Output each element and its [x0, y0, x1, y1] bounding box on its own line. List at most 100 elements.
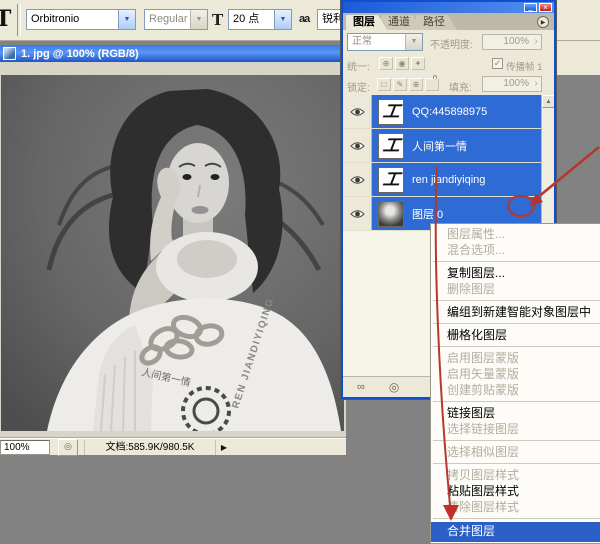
- menu-item[interactable]: 混合选项...: [431, 242, 600, 258]
- menu-item-label: 链接图层: [447, 406, 495, 420]
- document-title: 1. jpg @ 100% (RGB/8): [21, 48, 139, 60]
- opacity-field[interactable]: 100% ›: [482, 34, 542, 50]
- lock-move-icon[interactable]: ⊕: [409, 78, 423, 91]
- eye-icon: [350, 209, 365, 219]
- palette-tab[interactable]: 图层: [346, 15, 387, 30]
- menu-item[interactable]: 清除图层样式: [431, 499, 600, 515]
- text-layer-glyph: 工: [381, 100, 401, 124]
- palette-tab[interactable]: 路径: [416, 15, 457, 30]
- lock-all-icon[interactable]: [425, 78, 439, 91]
- palette-tab[interactable]: 通道: [381, 15, 422, 30]
- menu-item[interactable]: 选择相似图层: [431, 444, 600, 460]
- menu-item-label: 粘贴图层样式: [447, 484, 519, 498]
- menu-item-label: 启用图层蒙版: [447, 351, 519, 365]
- fill-label: 填充:: [449, 79, 472, 94]
- layer-controls: 正常 ▼ 不透明度: 100% › 统一: ⊕ ◉ ✦ ✓ 传播帧 1 锁定: …: [343, 30, 554, 96]
- fill-slider-icon[interactable]: ›: [531, 77, 541, 91]
- status-options-arrow-icon[interactable]: ▶: [216, 443, 232, 452]
- palette-menu-icon[interactable]: ▶: [537, 16, 549, 28]
- chevron-down-icon[interactable]: ▼: [118, 10, 135, 29]
- layer-thumbnail[interactable]: 工: [378, 167, 404, 193]
- layer-row[interactable]: 工 QQ:445898975: [343, 95, 554, 129]
- menu-item[interactable]: 链接图层: [431, 405, 600, 421]
- menu-item-label: 合并图层: [447, 524, 495, 538]
- fill-field[interactable]: 100% ›: [482, 76, 542, 92]
- document-window: 1. jpg @ 100% (RGB/8): [0, 45, 346, 455]
- menu-item[interactable]: 复制图层...: [431, 265, 600, 281]
- font-family-select[interactable]: Orbitronio ▼: [26, 9, 136, 30]
- font-style-select[interactable]: Regular ▼: [144, 9, 208, 30]
- photo-image: 人间第一情 REN JIANDIYIQING: [1, 75, 344, 431]
- layer-row[interactable]: 工 人间第一情: [343, 129, 554, 163]
- menu-item[interactable]: 栅格化图层: [431, 327, 600, 343]
- layer-name: QQ:445898975: [412, 106, 487, 118]
- font-size-select[interactable]: 20 点 ▼: [228, 9, 292, 30]
- chevron-down-icon[interactable]: ▼: [190, 10, 207, 29]
- document-title-bar[interactable]: 1. jpg @ 100% (RGB/8): [0, 45, 346, 62]
- visibility-toggle[interactable]: [343, 129, 372, 162]
- menu-item[interactable]: 拷贝图层样式: [431, 467, 600, 483]
- menu-item: [433, 463, 600, 464]
- type-tool-icon: T: [0, 6, 11, 32]
- lock-transparency-icon[interactable]: □: [377, 78, 391, 91]
- menu-item[interactable]: 粘贴图层样式: [431, 483, 600, 499]
- layer-row-body[interactable]: 工 QQ:445898975: [372, 95, 541, 128]
- layer-style-icon[interactable]: ◎: [389, 380, 399, 394]
- menu-item[interactable]: 图层属性...: [431, 226, 600, 242]
- menu-item[interactable]: 编组到新建智能对象图层中: [431, 304, 600, 320]
- chevron-down-icon[interactable]: ▼: [405, 34, 422, 50]
- opacity-slider-icon[interactable]: ›: [531, 35, 541, 49]
- menu-item-label: 编组到新建智能对象图层中: [447, 305, 591, 319]
- layer-row-body[interactable]: 工 ren jiandiyiqing: [372, 163, 541, 196]
- layer-name: ren jiandiyiqing: [412, 174, 485, 186]
- lock-paint-icon[interactable]: ✎: [393, 78, 407, 91]
- propagate-frame-checkbox[interactable]: ✓: [492, 58, 503, 69]
- link-layers-icon[interactable]: ∞: [357, 381, 365, 393]
- menu-item[interactable]: 创建剪贴蒙版: [431, 382, 600, 398]
- visibility-toggle[interactable]: [343, 95, 372, 128]
- unify-label: 统一:: [347, 58, 370, 73]
- menu-item[interactable]: 选择链接图层: [431, 421, 600, 437]
- document-icon: [3, 47, 16, 60]
- zoom-level-field[interactable]: 100%: [0, 440, 50, 455]
- font-family-value: Orbitronio: [27, 10, 118, 29]
- unify-position-icon[interactable]: ⊕: [379, 57, 393, 70]
- visibility-toggle[interactable]: [343, 163, 372, 196]
- unify-style-icon[interactable]: ✦: [411, 57, 425, 70]
- menu-item-label: 混合选项...: [447, 243, 505, 257]
- layer-row[interactable]: 工 ren jiandiyiqing: [343, 163, 554, 197]
- menu-item[interactable]: 删除图层: [431, 281, 600, 297]
- eye-icon: [350, 141, 365, 151]
- scroll-up-icon[interactable]: ▲: [542, 95, 554, 108]
- menu-item[interactable]: 启用矢量蒙版: [431, 366, 600, 382]
- eye-icon: [350, 175, 365, 185]
- chevron-down-icon[interactable]: ▼: [274, 10, 291, 29]
- layer-thumbnail[interactable]: 工: [378, 133, 404, 159]
- canvas-area[interactable]: 人间第一情 REN JIANDIYIQING: [0, 62, 346, 438]
- layer-thumbnail[interactable]: [378, 201, 404, 227]
- eye-icon: [350, 107, 365, 117]
- menu-item-label: 删除图层: [447, 282, 495, 296]
- unify-visibility-icon[interactable]: ◉: [395, 57, 409, 70]
- layer-name: 图层 0: [412, 206, 443, 222]
- status-circle-icon[interactable]: ◎: [58, 439, 78, 456]
- palette-title-bar[interactable]: _ ×: [343, 2, 554, 13]
- menu-item-label: 栅格化图层: [447, 328, 507, 342]
- layer-thumbnail[interactable]: 工: [378, 99, 404, 125]
- blend-mode-select[interactable]: 正常 ▼: [347, 33, 423, 51]
- menu-item-label: 图层属性...: [447, 227, 505, 241]
- font-style-value: Regular: [145, 10, 190, 29]
- menu-item: [433, 261, 600, 262]
- document-status-bar: 100% ◎ 文档:585.9K/980.5K ▶: [0, 438, 346, 455]
- close-icon[interactable]: ×: [539, 3, 552, 12]
- blend-mode-value: 正常: [348, 34, 405, 50]
- menu-item[interactable]: 启用图层蒙版: [431, 350, 600, 366]
- minimize-icon[interactable]: _: [524, 3, 537, 12]
- menu-item-label: 拷贝图层样式: [447, 468, 519, 482]
- menu-item[interactable]: 合并图层: [431, 522, 600, 542]
- menu-item: [433, 518, 600, 519]
- propagate-frame-label: 传播帧 1: [506, 59, 542, 73]
- layer-row-body[interactable]: 工 人间第一情: [372, 129, 541, 162]
- visibility-toggle[interactable]: [343, 197, 372, 230]
- font-size-icon: T: [212, 11, 223, 29]
